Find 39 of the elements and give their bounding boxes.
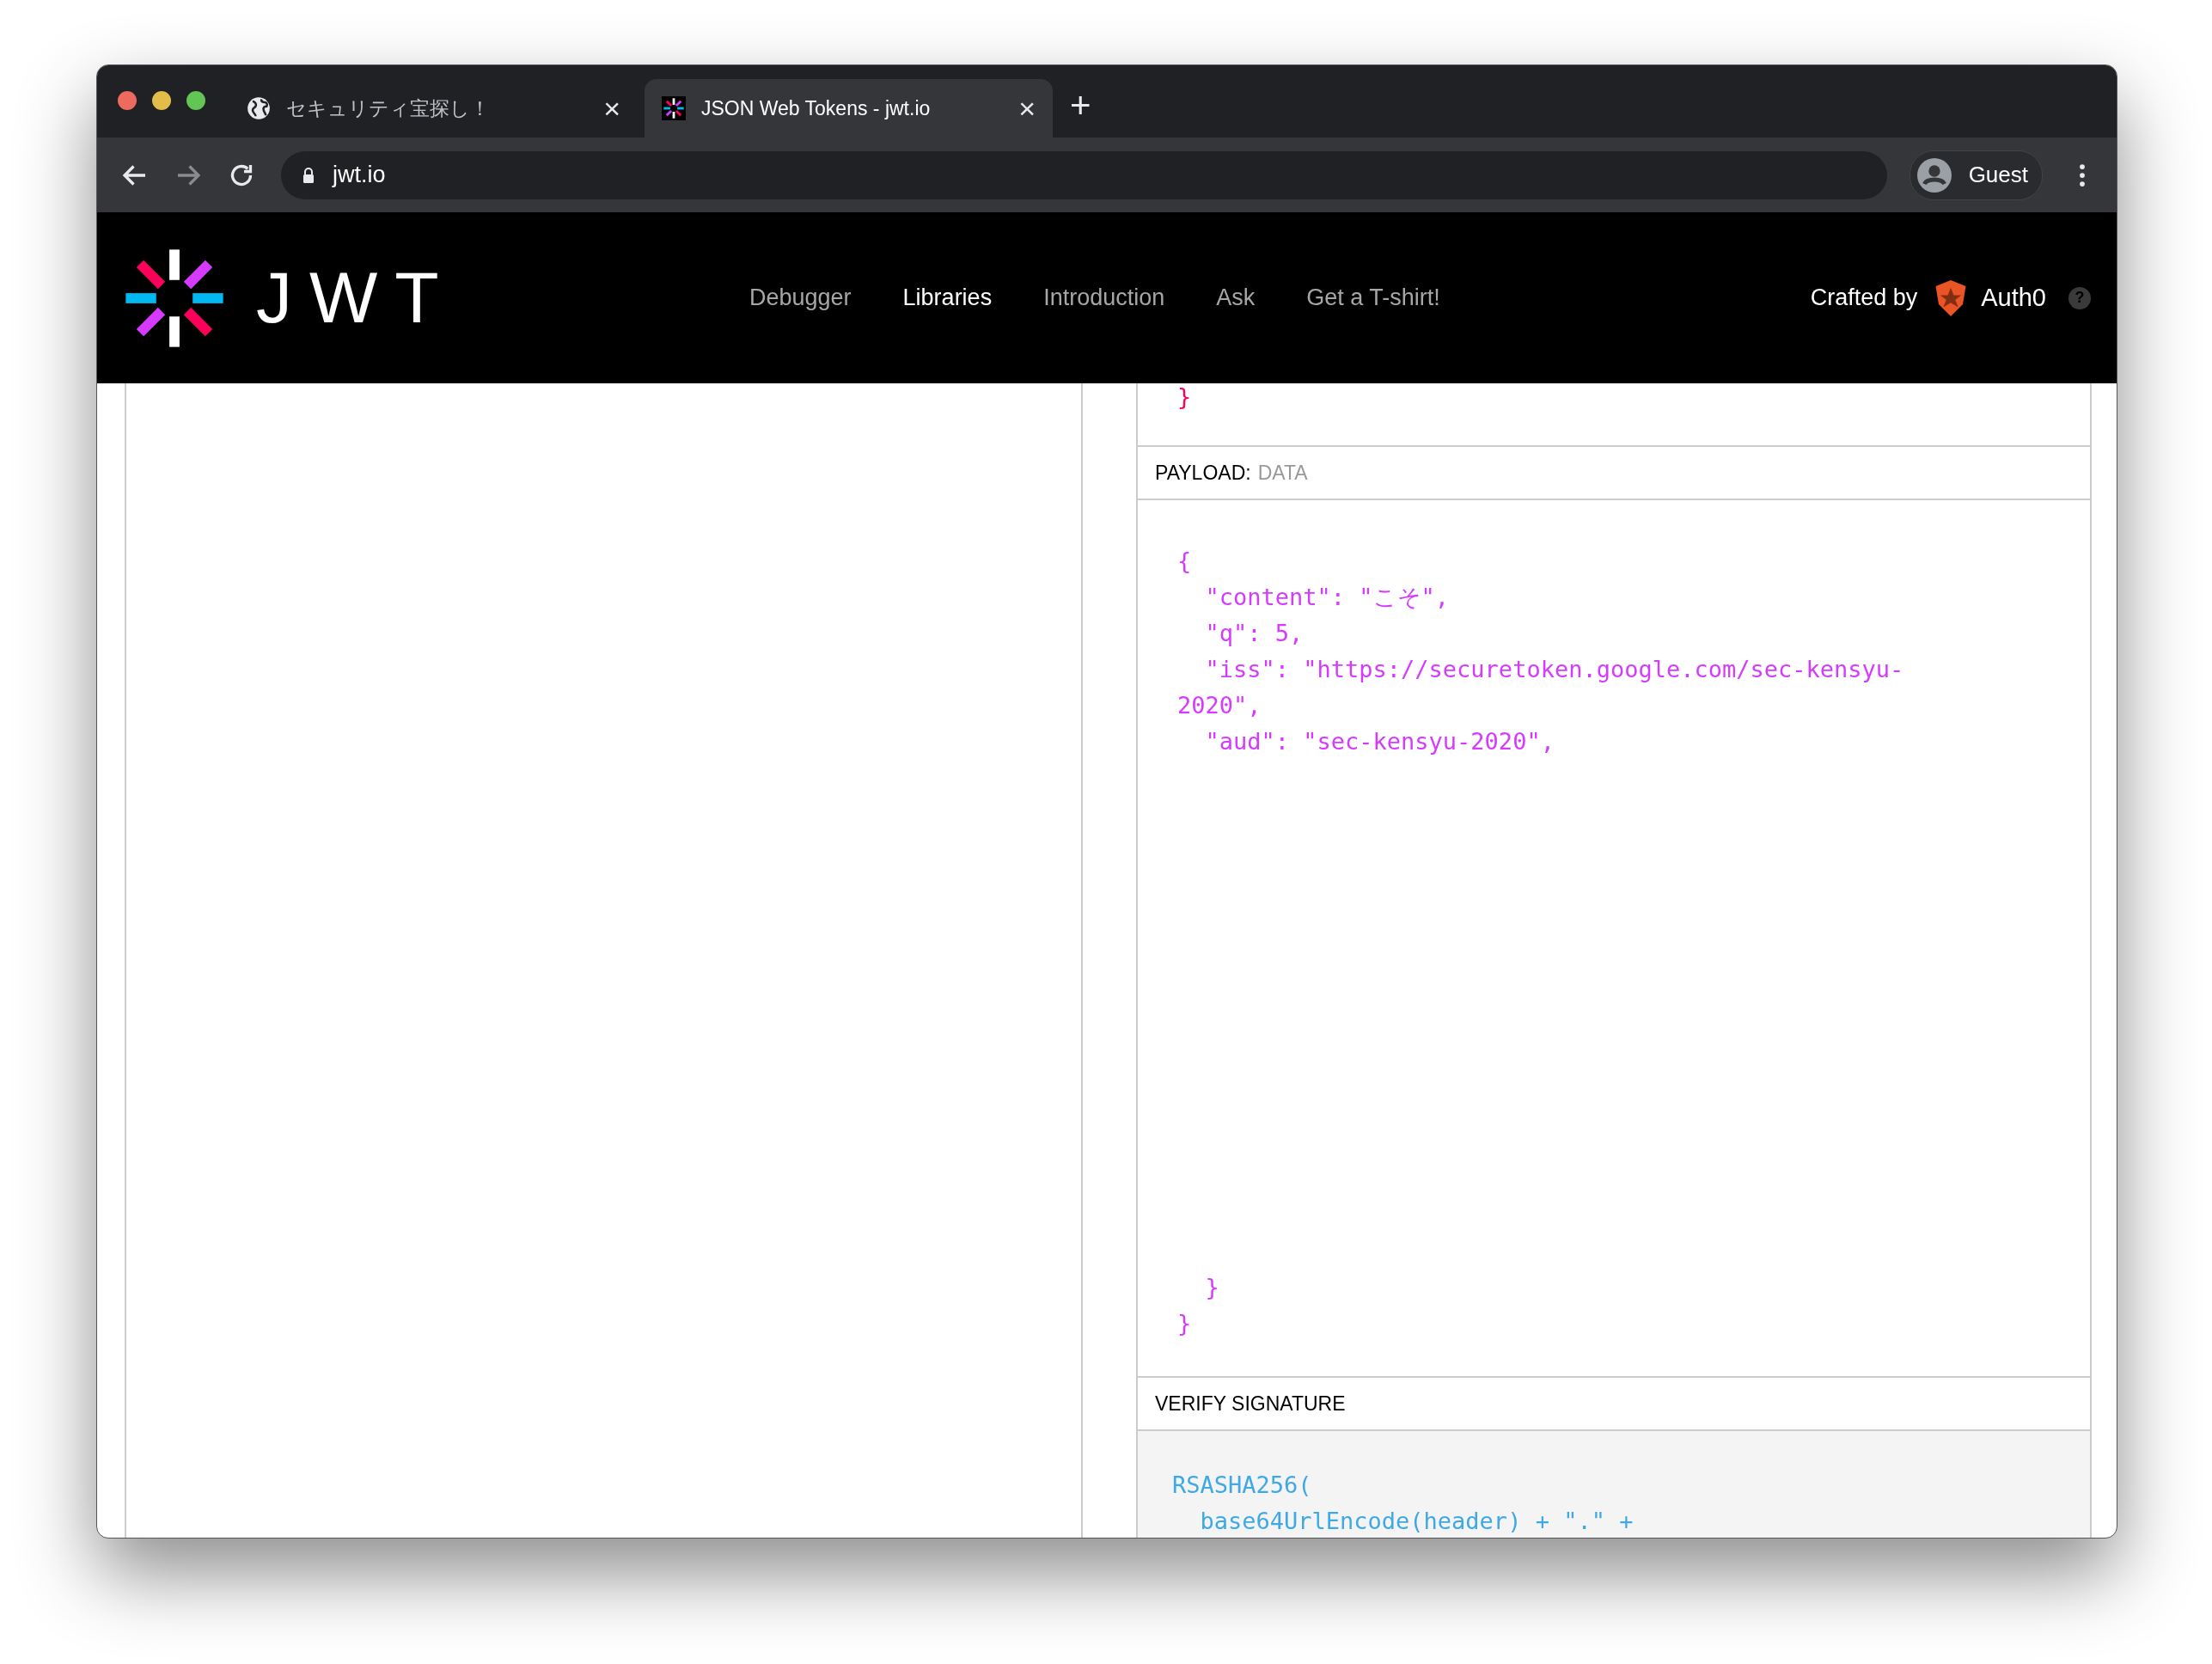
address-bar[interactable]: jwt.io bbox=[281, 150, 1887, 199]
star-logo-icon bbox=[124, 247, 225, 349]
avatar-icon bbox=[1916, 157, 1952, 193]
logo-wordmark: JWT bbox=[256, 256, 457, 340]
browser-tab[interactable]: セキュリティ宝探し！ × bbox=[229, 79, 638, 138]
minimize-window-icon[interactable] bbox=[152, 91, 171, 110]
globe-icon bbox=[247, 96, 271, 120]
code-line: 2020", bbox=[1177, 691, 1262, 720]
code-line: "aud": "sec-kensyu-2020", bbox=[1204, 727, 1555, 756]
verify-signature-label: VERIFY SIGNATURE bbox=[1155, 1392, 1346, 1416]
close-tab-icon[interactable]: × bbox=[1018, 94, 1036, 123]
code-line: } bbox=[1177, 385, 1192, 408]
code-line: "content": "こそ", bbox=[1204, 583, 1451, 612]
new-tab-button[interactable]: + bbox=[1070, 88, 1091, 124]
close-window-icon[interactable] bbox=[118, 91, 137, 110]
browser-tab[interactable]: JSON Web Tokens - jwt.io × bbox=[645, 79, 1053, 138]
star-logo-icon bbox=[662, 96, 686, 120]
nav-link[interactable]: Libraries bbox=[902, 284, 993, 311]
crafted-by-text: Crafted by bbox=[1810, 284, 1918, 311]
menu-icon[interactable] bbox=[2079, 162, 2086, 188]
nav-link[interactable]: Get a T-shirt! bbox=[1306, 284, 1440, 311]
payload-editor[interactable]: { "content": "こそ", "q": 5, "iss": "https://securetoken.google.com/sec-kensyu- 2020", "aud": "sec-kensyu-2020", } } bbox=[1138, 500, 2090, 1378]
code-line: RSASHA256( bbox=[1172, 1471, 1313, 1500]
code-line: "q": 5, bbox=[1204, 619, 1305, 648]
code-line: "iss": "https://securetoken.google.com/sec-kensyu- bbox=[1204, 655, 1905, 684]
payload-label: PAYLOAD: bbox=[1155, 461, 1251, 485]
code-line: } bbox=[1204, 1273, 1220, 1302]
profile-button[interactable]: Guest bbox=[1909, 150, 2043, 200]
close-tab-icon[interactable]: × bbox=[603, 94, 620, 123]
nav-link[interactable]: Debugger bbox=[749, 284, 852, 311]
nav-link[interactable]: Ask bbox=[1216, 284, 1256, 311]
brand-link[interactable]: Auth0 bbox=[1981, 284, 2046, 312]
code-line: base64UrlEncode(header) + "." + bbox=[1199, 1507, 1635, 1536]
zoom-window-icon[interactable] bbox=[186, 91, 205, 110]
lock-icon bbox=[302, 166, 315, 184]
payload-sublabel: DATA bbox=[1257, 461, 1308, 485]
nav-link[interactable]: Introduction bbox=[1043, 284, 1165, 311]
code-line: } bbox=[1177, 1309, 1193, 1338]
code-line: { bbox=[1177, 547, 1193, 576]
